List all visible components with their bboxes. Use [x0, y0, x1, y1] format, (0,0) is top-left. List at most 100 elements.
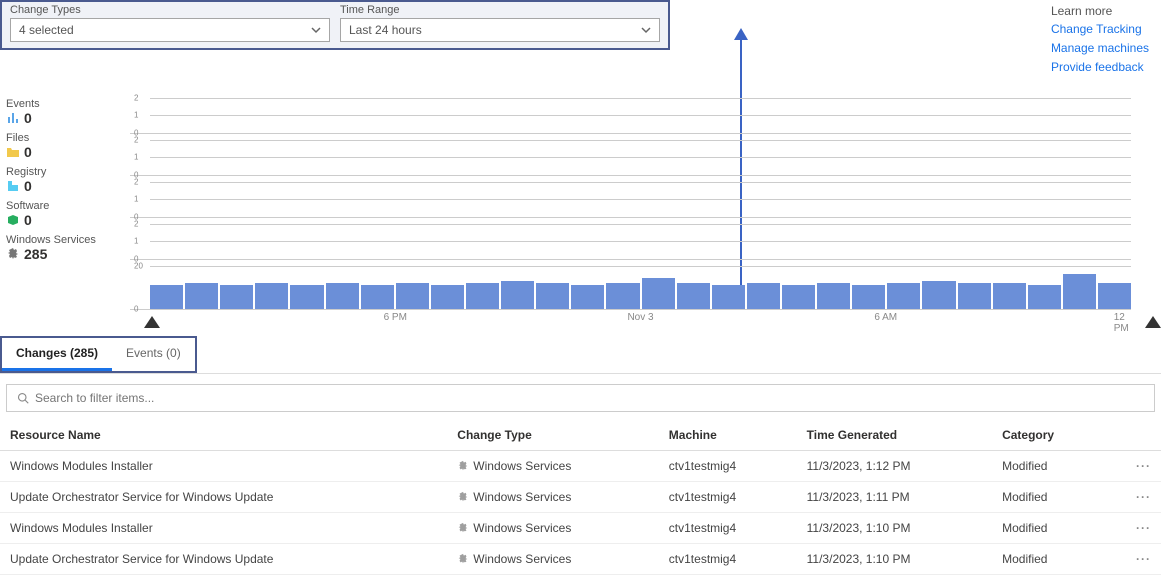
chart-bar [712, 285, 745, 309]
legend-item[interactable]: Registry 0 [6, 166, 130, 194]
chart-bar [852, 285, 885, 309]
chart-bar [185, 283, 218, 309]
gear-icon [6, 247, 20, 261]
chart-bar [1028, 285, 1061, 309]
row-actions-button[interactable]: ··· [1106, 543, 1161, 574]
table-row[interactable]: Update Orchestrator Service for Windows … [0, 543, 1161, 574]
cell-resource-name: Windows Modules Installer [0, 450, 447, 481]
chart-bar [431, 285, 464, 309]
legend-value: 0 [6, 144, 130, 160]
package-icon [6, 213, 20, 227]
legend-column: Events 0Files 0Registry 0Software 0Windo… [0, 98, 130, 326]
chart-bar [396, 283, 429, 309]
mini-chart: 012 [130, 140, 1131, 176]
cell-category: Modified [992, 543, 1106, 574]
chart-bar [501, 281, 534, 309]
chart-bar [887, 283, 920, 309]
search-icon [17, 392, 29, 404]
time-range-label: Time Range [340, 4, 660, 16]
link-manage-machines[interactable]: Manage machines [1051, 39, 1149, 58]
time-range-dropdown[interactable]: Last 24 hours [340, 18, 660, 42]
chart-bar [326, 283, 359, 309]
link-provide-feedback[interactable]: Provide feedback [1051, 58, 1149, 77]
chart-bar [536, 283, 569, 309]
chart-bar [993, 283, 1026, 309]
legend-value: 0 [6, 212, 130, 228]
table-row[interactable]: Update Orchestrator Service for Windows … [0, 481, 1161, 512]
x-tick: 6 AM [874, 312, 897, 323]
x-axis: 6 PMNov 36 AM12 PM [150, 310, 1131, 326]
cell-machine: ctv1testmig4 [659, 481, 797, 512]
folder-icon [6, 145, 20, 159]
mini-chart: 012 [130, 98, 1131, 134]
range-handle-left[interactable] [144, 316, 160, 328]
chart-bar [220, 285, 253, 309]
x-tick: 6 PM [384, 312, 407, 323]
legend-item[interactable]: Files 0 [6, 132, 130, 160]
table-row[interactable]: Windows Modules Installer Windows Servic… [0, 450, 1161, 481]
gear-icon [457, 460, 469, 472]
chart-bar [677, 283, 710, 309]
column-header[interactable]: Resource Name [0, 420, 447, 451]
gear-icon [457, 553, 469, 565]
chart-bar [922, 281, 955, 309]
gear-icon [457, 522, 469, 534]
row-actions-button[interactable]: ··· [1106, 450, 1161, 481]
learn-more-panel: Learn more Change Tracking Manage machin… [1051, 0, 1161, 78]
cell-resource-name: Update Orchestrator Service for Windows … [0, 481, 447, 512]
range-handle-right[interactable] [1145, 316, 1161, 328]
cell-machine: ctv1testmig4 [659, 543, 797, 574]
tab-changes[interactable]: Changes (285) [2, 338, 112, 371]
learn-more-title: Learn more [1051, 4, 1149, 18]
legend-value: 0 [6, 178, 130, 194]
legend-label: Software [6, 200, 130, 212]
search-input[interactable] [35, 391, 1144, 405]
chevron-down-icon [311, 25, 321, 35]
chart-icon [6, 111, 20, 125]
chart-bar [466, 283, 499, 309]
charts-column[interactable]: 0120120120120206 PMNov 36 AM12 PM [130, 98, 1161, 326]
column-header[interactable]: Time Generated [797, 420, 992, 451]
cell-resource-name: Update Orchestrator Service for Windows … [0, 543, 447, 574]
cell-change-type: Windows Services [447, 543, 659, 574]
legend-item[interactable]: Windows Services 285 [6, 234, 130, 262]
legend-value: 285 [6, 246, 130, 262]
chart-bar [571, 285, 604, 309]
change-types-value: 4 selected [19, 23, 74, 37]
chart-bar [361, 285, 394, 309]
legend-value: 0 [6, 110, 130, 126]
legend-item[interactable]: Software 0 [6, 200, 130, 228]
chart-bar [958, 283, 991, 309]
filter-search-box[interactable] [6, 384, 1155, 412]
column-header[interactable]: Change Type [447, 420, 659, 451]
cell-time-generated: 11/3/2023, 1:12 PM [797, 450, 992, 481]
change-types-dropdown[interactable]: 4 selected [10, 18, 330, 42]
cell-change-type: Windows Services [447, 481, 659, 512]
chart-bar [782, 285, 815, 309]
chart-bar [747, 283, 780, 309]
chart-bar [150, 285, 183, 309]
tab-events[interactable]: Events (0) [112, 338, 195, 371]
link-change-tracking[interactable]: Change Tracking [1051, 20, 1149, 39]
cell-machine: ctv1testmig4 [659, 450, 797, 481]
x-tick: 12 PM [1114, 312, 1129, 334]
chart-bar [1098, 283, 1131, 309]
chevron-down-icon [641, 25, 651, 35]
legend-label: Events [6, 98, 130, 110]
cell-category: Modified [992, 481, 1106, 512]
column-header[interactable]: Category [992, 420, 1106, 451]
cell-category: Modified [992, 450, 1106, 481]
row-actions-button[interactable]: ··· [1106, 481, 1161, 512]
tabs-bar: Changes (285) Events (0) [0, 336, 1161, 374]
column-header[interactable]: Machine [659, 420, 797, 451]
mini-chart: 012 [130, 224, 1131, 260]
change-types-label: Change Types [10, 4, 330, 16]
chart-bar [642, 278, 675, 308]
legend-item[interactable]: Events 0 [6, 98, 130, 126]
cell-time-generated: 11/3/2023, 1:11 PM [797, 481, 992, 512]
chart-area: Events 0Files 0Registry 0Software 0Windo… [0, 98, 1161, 326]
x-tick: Nov 3 [627, 312, 653, 323]
filters-panel: Change Types 4 selected Time Range Last … [0, 0, 670, 50]
chart-bar [1063, 274, 1096, 308]
cell-time-generated: 11/3/2023, 1:10 PM [797, 543, 992, 574]
